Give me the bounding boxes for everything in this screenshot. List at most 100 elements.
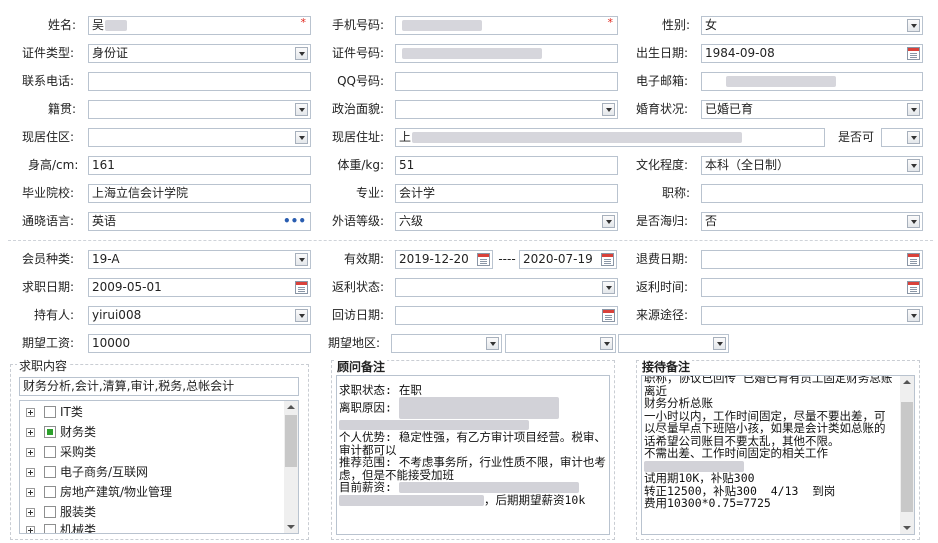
scroll-up-icon[interactable] bbox=[287, 405, 295, 409]
language-input[interactable]: 英语 ••• bbox=[88, 212, 311, 231]
chevron-down-icon[interactable] bbox=[907, 19, 920, 32]
tree-item-ecommerce[interactable]: 电子商务/互联网 bbox=[26, 463, 148, 481]
calendar-icon[interactable] bbox=[601, 253, 614, 266]
chevron-down-icon[interactable] bbox=[907, 131, 920, 144]
contact-phone-input[interactable] bbox=[88, 72, 311, 91]
tree-item-machinery[interactable]: 机械类 bbox=[26, 521, 96, 533]
ok-select[interactable] bbox=[881, 128, 923, 147]
redacted-blur bbox=[339, 420, 529, 430]
holder-select[interactable]: yirui008 bbox=[88, 306, 311, 325]
overseas-select[interactable]: 否 bbox=[701, 212, 923, 231]
area-city-select[interactable] bbox=[505, 334, 616, 353]
tree-item-purchase[interactable]: 采购类 bbox=[26, 443, 96, 461]
tree-item-it[interactable]: IT类 bbox=[26, 403, 83, 421]
chevron-down-icon[interactable] bbox=[907, 215, 920, 228]
chevron-down-icon[interactable] bbox=[295, 47, 308, 60]
chevron-down-icon[interactable] bbox=[486, 337, 499, 350]
area-district-select[interactable] bbox=[618, 334, 729, 353]
id-number-input[interactable] bbox=[395, 44, 618, 63]
chevron-down-icon[interactable] bbox=[295, 131, 308, 144]
major-input[interactable]: 会计学 bbox=[395, 184, 618, 203]
job-summary-input[interactable]: 财务分析,会计,清算,审计,税务,总帐会计 bbox=[19, 377, 299, 396]
chevron-down-icon[interactable] bbox=[907, 159, 920, 172]
calendar-icon[interactable] bbox=[907, 47, 920, 60]
foreign-level-select[interactable]: 六级 bbox=[395, 212, 618, 231]
chevron-down-icon[interactable] bbox=[907, 103, 920, 116]
expand-icon[interactable] bbox=[26, 488, 35, 497]
chevron-down-icon[interactable] bbox=[600, 337, 613, 350]
tree-item-realestate[interactable]: 房地产建筑/物业管理 bbox=[26, 483, 172, 501]
scroll-up-icon[interactable] bbox=[903, 380, 911, 384]
revisit-date-input[interactable] bbox=[395, 306, 618, 325]
rebate-time-input[interactable] bbox=[701, 278, 923, 297]
expected-salary-input[interactable]: 10000 bbox=[88, 334, 311, 353]
qq-input[interactable] bbox=[395, 72, 618, 91]
education-select[interactable]: 本科（全日制） bbox=[701, 156, 923, 175]
member-type-select[interactable]: 19-A bbox=[88, 250, 311, 269]
checkbox[interactable] bbox=[44, 406, 56, 418]
tree-item-apparel[interactable]: 服装类 bbox=[26, 503, 96, 521]
checkbox[interactable] bbox=[44, 506, 56, 518]
source-select[interactable] bbox=[701, 306, 923, 325]
checkbox[interactable] bbox=[44, 426, 56, 438]
area-province-select[interactable] bbox=[391, 334, 502, 353]
advisor-notes-textarea[interactable]: 求职状态: 在职 离职原因: 个人优势: 稳定性强，有乙方审计项目经营。税审、审计… bbox=[336, 375, 610, 535]
reception-notes-textarea[interactable]: 职称，协议已回传 已婚已育有员工固定财务总账离近 财务分析总账 一小时以内，工作时间… bbox=[641, 375, 915, 535]
calendar-icon[interactable] bbox=[907, 253, 920, 266]
chevron-down-icon[interactable] bbox=[295, 309, 308, 322]
height-input[interactable]: 161 bbox=[88, 156, 311, 175]
checkbox[interactable] bbox=[44, 524, 56, 533]
calendar-icon[interactable] bbox=[477, 253, 490, 266]
refund-date-input[interactable] bbox=[701, 250, 923, 269]
name-input[interactable]: 吴 * bbox=[88, 16, 311, 35]
calendar-icon[interactable] bbox=[295, 281, 308, 294]
professional-title-input[interactable] bbox=[701, 184, 923, 203]
checkbox[interactable] bbox=[44, 486, 56, 498]
chevron-down-icon[interactable] bbox=[295, 253, 308, 266]
email-input[interactable] bbox=[701, 72, 923, 91]
job-date-input[interactable]: 2009-05-01 bbox=[88, 278, 311, 297]
chevron-down-icon[interactable] bbox=[602, 281, 615, 294]
weight-input[interactable]: 51 bbox=[395, 156, 618, 175]
expand-icon[interactable] bbox=[26, 508, 35, 517]
phone-input[interactable]: * bbox=[395, 16, 618, 35]
advisor-line: 个人优势: 稳定性强，有乙方审计项目经营。税审、审计都可以 bbox=[339, 430, 606, 457]
rebate-time-label: 返利时间: bbox=[636, 280, 689, 294]
chevron-down-icon[interactable] bbox=[907, 309, 920, 322]
chevron-down-icon[interactable] bbox=[295, 103, 308, 116]
scroll-thumb[interactable] bbox=[285, 415, 297, 467]
id-type-select[interactable]: 身份证 bbox=[88, 44, 311, 63]
valid-from-input[interactable]: 2019-12-20 bbox=[395, 250, 493, 269]
district-select[interactable] bbox=[88, 128, 311, 147]
expand-icon[interactable] bbox=[26, 526, 35, 533]
calendar-icon[interactable] bbox=[907, 281, 920, 294]
reception-scrollbar[interactable] bbox=[900, 376, 914, 534]
scroll-down-icon[interactable] bbox=[903, 526, 911, 530]
calendar-icon[interactable] bbox=[602, 309, 615, 322]
address-input[interactable]: 上 bbox=[395, 128, 825, 147]
political-status-select[interactable] bbox=[395, 100, 618, 119]
gender-select[interactable]: 女 bbox=[701, 16, 923, 35]
chevron-down-icon[interactable] bbox=[713, 337, 726, 350]
rebate-status-select[interactable] bbox=[395, 278, 618, 297]
marital-status-select[interactable]: 已婚已育 bbox=[701, 100, 923, 119]
tree-item-finance[interactable]: 财务类 bbox=[26, 423, 96, 441]
expand-icon[interactable] bbox=[26, 448, 35, 457]
tree-item-label: 电子商务/互联网 bbox=[60, 465, 149, 479]
tree-item-label: 采购类 bbox=[60, 445, 97, 459]
more-icon[interactable]: ••• bbox=[283, 213, 306, 230]
birth-date-input[interactable]: 1984-09-08 bbox=[701, 44, 923, 63]
scroll-thumb[interactable] bbox=[901, 402, 913, 512]
valid-to-input[interactable]: 2020-07-19 bbox=[519, 250, 617, 269]
expand-icon[interactable] bbox=[26, 428, 35, 437]
expand-icon[interactable] bbox=[26, 468, 35, 477]
checkbox[interactable] bbox=[44, 466, 56, 478]
chevron-down-icon[interactable] bbox=[602, 103, 615, 116]
tree-scrollbar[interactable] bbox=[284, 401, 298, 533]
native-place-select[interactable] bbox=[88, 100, 311, 119]
chevron-down-icon[interactable] bbox=[602, 215, 615, 228]
expand-icon[interactable] bbox=[26, 408, 35, 417]
scroll-down-icon[interactable] bbox=[287, 525, 295, 529]
school-input[interactable]: 上海立信会计学院 bbox=[88, 184, 311, 203]
checkbox[interactable] bbox=[44, 446, 56, 458]
